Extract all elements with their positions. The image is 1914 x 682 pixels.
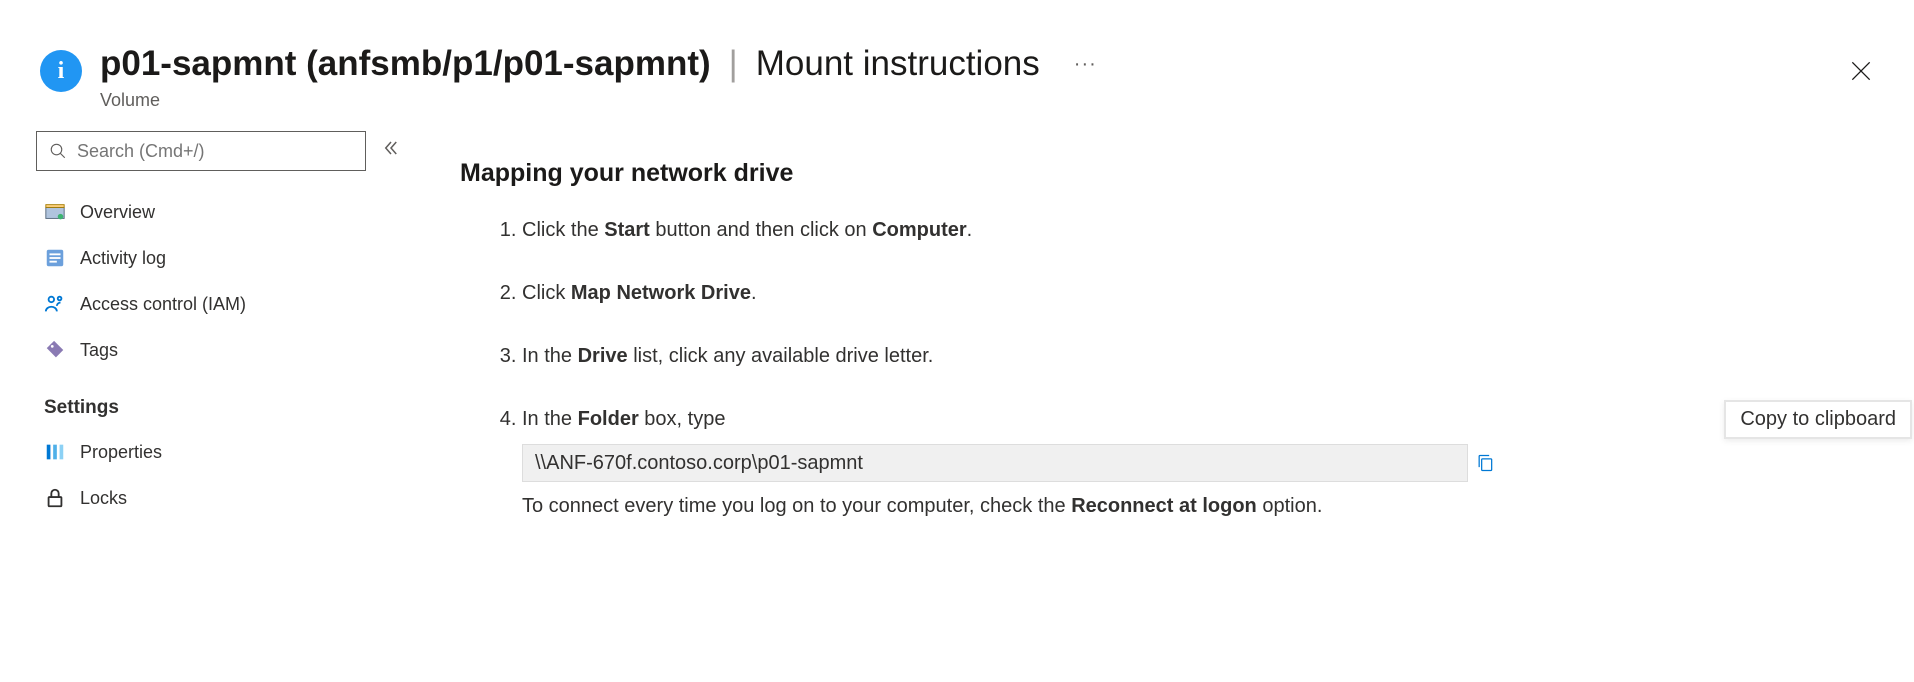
- info-icon: i: [40, 50, 82, 92]
- sidebar-item-tags[interactable]: Tags: [36, 327, 404, 373]
- sidebar: Overview Activity log Access control (IA…: [12, 125, 404, 682]
- sidebar-item-label: Tags: [80, 340, 118, 361]
- close-button[interactable]: [1848, 58, 1874, 89]
- copy-to-clipboard-button[interactable]: [1468, 444, 1502, 482]
- overview-icon: [44, 201, 66, 223]
- title-wrap: p01-sapmnt (anfsmb/p1/p01-sapmnt) | Moun…: [100, 44, 1097, 111]
- iam-icon: [44, 293, 66, 315]
- step-1: Click the Start button and then click on…: [522, 216, 1874, 245]
- sidebar-item-label: Access control (IAM): [80, 294, 246, 315]
- step-2: Click Map Network Drive.: [522, 279, 1874, 308]
- sidebar-item-overview[interactable]: Overview: [36, 189, 404, 235]
- collapse-sidebar-button[interactable]: [382, 139, 404, 163]
- properties-icon: [44, 441, 66, 463]
- resource-title: p01-sapmnt (anfsmb/p1/p01-sapmnt): [100, 44, 711, 84]
- sidebar-item-label: Overview: [80, 202, 155, 223]
- sidebar-item-label: Properties: [80, 442, 162, 463]
- sidebar-item-properties[interactable]: Properties: [36, 429, 404, 475]
- main-content: Mapping your network drive Click the Sta…: [404, 125, 1914, 682]
- blade-header: i p01-sapmnt (anfsmb/p1/p01-sapmnt) | Mo…: [12, 20, 1914, 125]
- search-icon: [49, 142, 67, 160]
- step-3: In the Drive list, click any available d…: [522, 342, 1874, 371]
- sidebar-section-settings: Settings: [36, 373, 404, 429]
- sidebar-item-iam[interactable]: Access control (IAM): [36, 281, 404, 327]
- step-4: In the Folder box, type \\ANF-670f.conto…: [522, 405, 1874, 520]
- content-heading: Mapping your network drive: [460, 159, 1874, 188]
- tags-icon: [44, 339, 66, 361]
- more-menu-button[interactable]: ···: [1074, 53, 1097, 76]
- sidebar-item-locks[interactable]: Locks: [36, 475, 404, 521]
- copy-icon: [1475, 453, 1495, 473]
- locks-icon: [44, 487, 66, 509]
- sidebar-item-activity-log[interactable]: Activity log: [36, 235, 404, 281]
- sidebar-item-label: Activity log: [80, 248, 166, 269]
- title-separator: |: [727, 44, 740, 84]
- network-path-box[interactable]: \\ANF-670f.contoso.corp\p01-sapmnt: [522, 444, 1468, 482]
- blade-subtitle: Mount instructions: [756, 44, 1040, 84]
- search-input[interactable]: [77, 141, 353, 162]
- activity-log-icon: [44, 247, 66, 269]
- resource-type-label: Volume: [100, 90, 1097, 111]
- sidebar-item-label: Locks: [80, 488, 127, 509]
- instruction-list: Click the Start button and then click on…: [460, 216, 1874, 520]
- search-box[interactable]: [36, 131, 366, 171]
